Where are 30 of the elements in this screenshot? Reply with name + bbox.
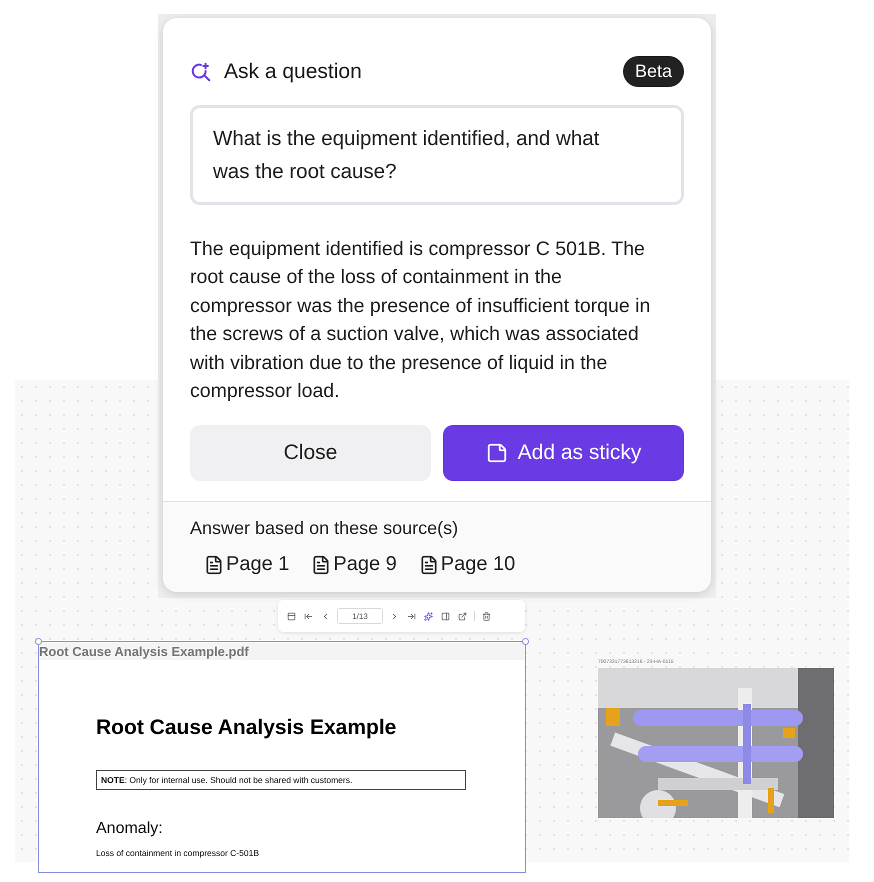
document-icon <box>204 554 224 575</box>
layout-button[interactable] <box>286 610 297 622</box>
dialog-title: Ask a question <box>224 60 362 84</box>
document-heading: Root Cause Analysis Example <box>96 716 398 740</box>
delete-button[interactable] <box>481 610 492 622</box>
section-text: Loss of containment in compressor C-501B <box>96 848 260 858</box>
page-field[interactable]: 1/13 <box>337 608 383 624</box>
close-button[interactable]: Close <box>190 425 431 482</box>
source-link[interactable]: Page 10 <box>418 553 516 576</box>
search-icon <box>190 60 212 82</box>
note-box: NOTE: Only for internal use. Should not be shared with customers. <box>96 770 466 790</box>
beta-badge: Beta <box>622 56 684 87</box>
sticky-note-icon <box>486 442 508 464</box>
chevron-right-icon <box>390 612 399 620</box>
panel-button[interactable] <box>440 610 451 622</box>
pdf-filename: Root Cause Analysis Example.pdf <box>39 644 249 658</box>
first-page-button[interactable] <box>303 610 314 622</box>
source-link[interactable]: Page 9 <box>311 553 397 576</box>
document-icon <box>418 554 439 575</box>
add-sticky-button[interactable]: Add as sticky <box>443 425 684 482</box>
question-field[interactable]: What is the equipment identified, and what was the root cause? <box>190 105 684 205</box>
document-icon <box>311 554 332 575</box>
answer-text: The equipment identified is compressor C 501B. The root cause of the loss of containment in the compressor was the presence of insufficient torque in the screws of a suction valve, which was associated with vibration due to the presence of liquid in the compressor load. <box>190 237 652 404</box>
open-external-button[interactable] <box>457 610 468 622</box>
sources-label: Answer based on these source(s) <box>190 518 460 540</box>
sparkle-button[interactable] <box>423 610 434 622</box>
section-heading: Anomaly: <box>96 820 164 838</box>
source-link[interactable]: Page 1 <box>204 553 290 576</box>
last-page-button[interactable] <box>406 610 417 622</box>
chevron-left-icon <box>321 612 330 620</box>
